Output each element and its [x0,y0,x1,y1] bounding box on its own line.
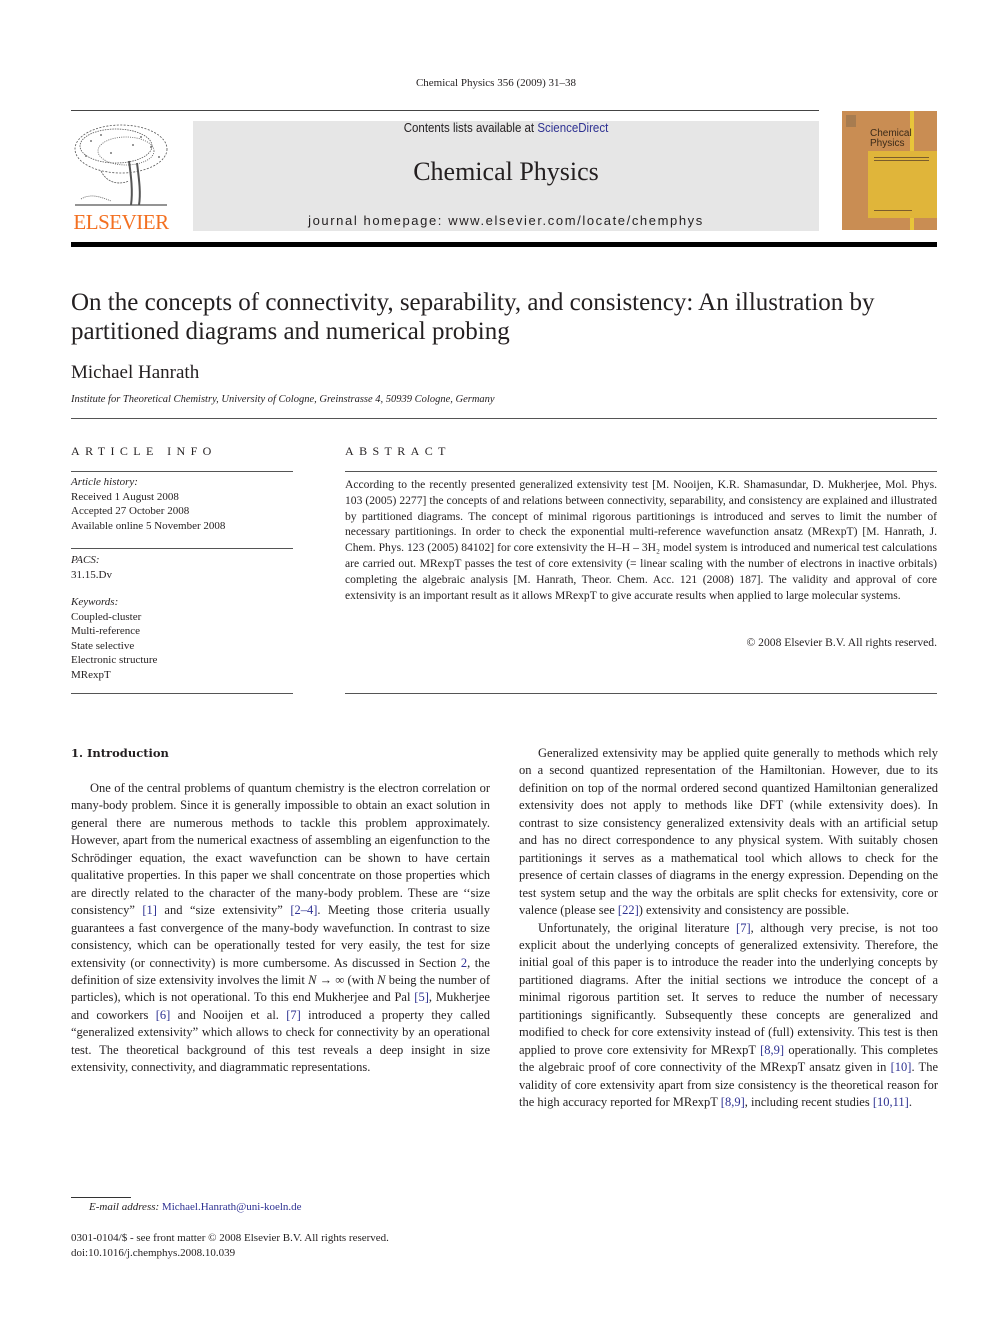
email-label: E-mail address: [89,1201,162,1213]
math-text: N [377,972,386,987]
citation-link[interactable]: [6] [156,1008,171,1022]
abstract-heading: ABSTRACT [345,444,451,458]
cover-text-line [874,160,929,161]
issn-line: 0301-0104/$ - see front matter © 2008 El… [71,1232,389,1244]
body-paragraph: Generalized extensivity may be applied q… [519,745,938,920]
keyword: Coupled-cluster [71,610,142,623]
citation-link[interactable]: [10] [891,1060,912,1074]
header-rule [71,110,819,111]
citation-link[interactable]: [8,9] [721,1095,745,1109]
keyword: MRexpT [71,668,111,681]
history-online: Available online 5 November 2008 [71,519,226,532]
citation-link[interactable]: [2–4] [290,903,317,917]
paragraph-text: and Nooijen et al. [170,1007,287,1022]
keyword: Electronic structure [71,654,158,666]
cover-publisher-badge [846,115,856,127]
citation-link[interactable]: [8,9] [760,1043,784,1057]
keyword: State selective [71,639,135,652]
elsevier-logo[interactable]: ELSEVIER [71,121,171,234]
issn-block: 0301-0104/$ - see front matter © 2008 El… [71,1231,389,1260]
math-text: N → ∞ [308,972,345,987]
pacs-block: PACS: 31.15.Dv [71,553,112,582]
footnote-rule [71,1197,131,1198]
citation-link[interactable]: [1] [142,903,157,917]
history-label: Article history: [71,476,138,488]
body-column-left: One of the central problems of quantum c… [71,780,490,1077]
citation-link[interactable]: [22] [618,903,639,917]
body-paragraph: Unfortunately, the original literature [… [519,920,938,1112]
keywords-label: Keywords: [71,596,119,608]
history-received: Received 1 August 2008 [71,490,179,503]
article-title: On the concepts of connectivity, separab… [71,289,875,345]
author-affiliation: Institute for Theoretical Chemistry, Uni… [71,394,495,405]
divider [71,693,293,694]
cover-panel [868,151,937,218]
cover-text-line [874,210,912,211]
abstract-text: According to the recently presented gene… [345,478,937,602]
paragraph-text: . [908,1095,912,1110]
email-footnote: E-mail address: Michael.Hanrath@uni-koel… [89,1201,302,1213]
divider [71,471,293,472]
article-history: Article history: Received 1 August 2008 … [71,475,225,533]
section-heading-introduction: 1. Introduction [71,746,169,760]
email-link[interactable]: Michael.Hanrath@uni-koeln.de [162,1201,302,1213]
paragraph-text: and “size extensivity” [156,903,291,918]
cover-text-line [874,157,929,158]
citation-link[interactable]: [7] [736,921,751,935]
paragraph-text: (with [344,972,378,987]
author-name[interactable]: Michael Hanrath [71,362,199,384]
pacs-code: 31.15.Dv [71,568,112,581]
body-column-right: Generalized extensivity may be applied q… [519,745,938,1112]
journal-banner: Contents lists available at ScienceDirec… [193,121,819,231]
header-thick-rule [71,242,937,247]
citation-link[interactable]: [5] [414,990,429,1004]
doi-link[interactable]: doi:10.1016/j.chemphys.2008.10.039 [71,1246,389,1261]
cover-title: Chemical Physics [870,129,912,149]
paragraph-text: , although very precise, is not too expl… [519,920,938,1057]
contents-prefix: Contents lists available at [403,121,538,135]
journal-title: Chemical Physics [413,157,599,186]
pacs-label: PACS: [71,554,100,566]
citation-link[interactable]: [7] [286,1008,301,1022]
journal-cover-thumbnail[interactable]: Chemical Physics [842,111,937,230]
elsevier-tree-icon [71,121,171,209]
cover-title-line: Physics [870,138,905,149]
affiliation-rule [71,418,937,419]
journal-homepage-link[interactable]: journal homepage: www.elsevier.com/locat… [193,213,819,228]
keywords-block: Keywords: Coupled-cluster Multi-referenc… [71,595,157,682]
elsevier-wordmark: ELSEVIER [73,210,169,234]
paragraph-text: Generalized extensivity may be applied q… [519,746,938,918]
article-info-heading: ARTICLE INFO [71,444,217,458]
paragraph-text: Unfortunately, the original literature [538,920,737,935]
paragraph-text: One of the central problems of quantum c… [71,781,490,918]
paragraph-text: ) extensivity and consistency are possib… [638,903,850,918]
keyword: Multi-reference [71,625,141,637]
paragraph-text: , including recent studies [744,1095,873,1110]
abstract-copyright: © 2008 Elsevier B.V. All rights reserved… [746,636,937,649]
body-paragraph: One of the central problems of quantum c… [71,780,490,1077]
history-accepted: Accepted 27 October 2008 [71,505,190,517]
journal-citation: Chemical Physics 356 (2009) 31–38 [415,77,577,89]
divider [71,548,293,549]
divider [345,693,937,694]
contents-line: Contents lists available at ScienceDirec… [218,121,794,135]
citation-link[interactable]: [10,11] [873,1095,909,1109]
sciencedirect-link[interactable]: ScienceDirect [537,121,608,135]
divider [345,471,937,472]
